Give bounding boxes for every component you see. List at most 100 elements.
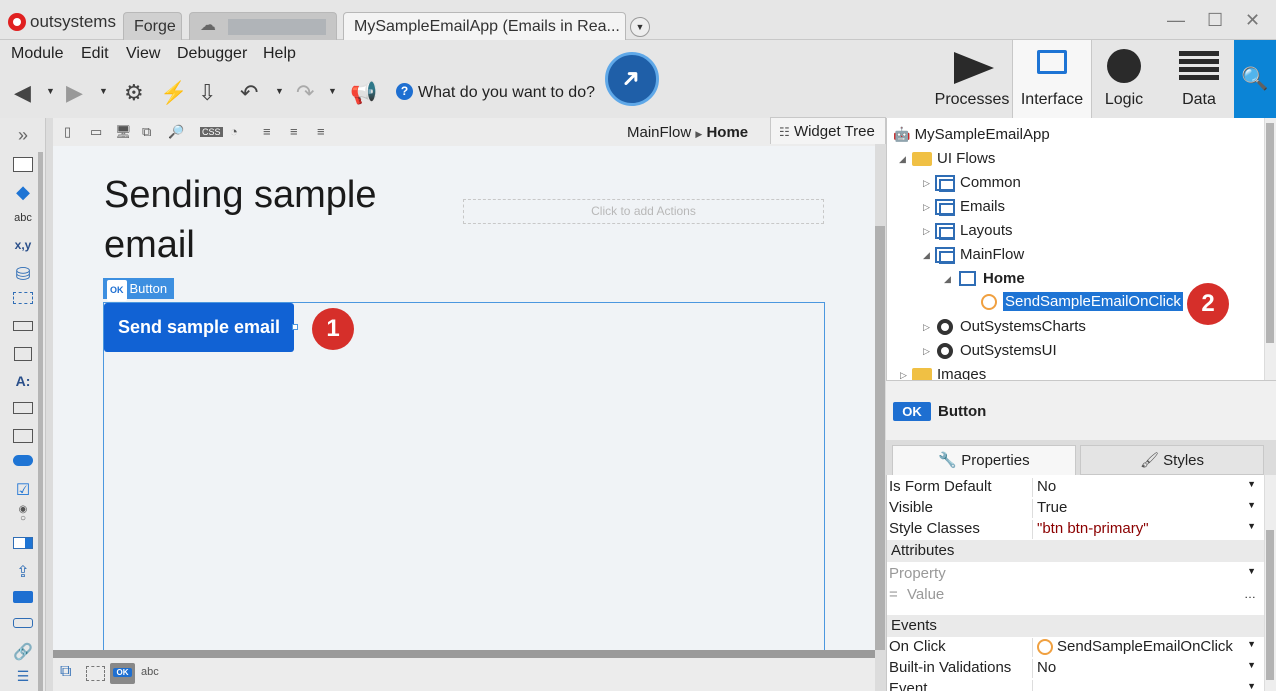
tree-node-screen-home[interactable]: Home <box>959 270 1159 290</box>
dropdown-arrow-icon[interactable]: ▼ <box>1247 500 1256 510</box>
tree-node-action[interactable]: SendSampleEmailOnClick <box>981 292 1183 313</box>
palette-scrollbar[interactable] <box>38 152 43 691</box>
visible-select[interactable]: True <box>1032 499 1260 518</box>
tree-node-app[interactable]: 🤖 MySampleEmailApp <box>893 126 1050 143</box>
link-widget-icon[interactable]: 🔗 <box>11 642 35 662</box>
dropdown-arrow-icon[interactable]: ▼ <box>1247 681 1256 691</box>
theme-icon[interactable]: ◔ <box>230 124 238 139</box>
expand-caret-icon[interactable]: ▷ <box>923 322 930 333</box>
tablet-preview-icon[interactable]: ▭ <box>90 124 102 140</box>
text-area-widget-icon[interactable] <box>11 321 35 331</box>
dropdown-arrow-icon[interactable]: ▼ <box>1247 639 1256 649</box>
container-icon[interactable] <box>86 666 105 681</box>
tab-styles[interactable]: 🖌 Styles <box>1080 445 1264 475</box>
collapse-caret-icon[interactable]: ◢ <box>944 274 951 285</box>
tab-interface[interactable]: Interface <box>1012 40 1092 118</box>
undo-dropdown-icon[interactable]: ▼ <box>275 86 284 96</box>
expand-caret-icon[interactable]: ▷ <box>923 178 930 189</box>
dropdown-arrow-icon[interactable]: ▼ <box>1247 660 1256 670</box>
dropdown-widget-icon[interactable] <box>11 537 35 549</box>
dropdown-arrow-icon[interactable]: ▼ <box>1247 521 1256 531</box>
input-field-icon[interactable] <box>11 402 35 414</box>
button-group-widget-icon[interactable] <box>11 618 35 628</box>
tab-data[interactable]: Data <box>1159 40 1239 118</box>
close-button[interactable]: ✕ <box>1245 10 1260 31</box>
canvas-scroll-thumb[interactable] <box>875 226 885 650</box>
tree-node-ui-flows[interactable]: UI Flows <box>912 150 1112 170</box>
back-icon[interactable]: ◀ <box>14 80 31 106</box>
tabs-dropdown-icon[interactable]: ▼ <box>630 17 650 37</box>
send-sample-email-button[interactable]: Send sample email <box>104 303 294 352</box>
preview-search-icon[interactable]: 🔎 <box>168 124 184 140</box>
expand-caret-icon[interactable]: ▷ <box>923 202 930 213</box>
tree-node-flow-mainflow[interactable]: MainFlow <box>935 246 1135 266</box>
expand-caret-icon[interactable]: ▷ <box>923 346 930 357</box>
form-widget-icon[interactable] <box>11 347 35 361</box>
built-in-validations-select[interactable]: No <box>1032 659 1260 678</box>
page-title[interactable]: Sending sample email <box>104 170 434 270</box>
tree-scroll-thumb[interactable] <box>1266 123 1274 343</box>
style-classes-field[interactable]: "btn btn-primary" <box>1032 520 1260 539</box>
label-widget-icon[interactable]: A: <box>11 373 35 389</box>
button-widget-icon[interactable] <box>11 591 35 603</box>
menu-module[interactable]: Module <box>11 45 63 63</box>
minimize-button[interactable]: — <box>1167 10 1185 31</box>
tab-environment[interactable]: ☁ <box>189 12 337 40</box>
tab-processes[interactable]: Processes <box>932 40 1012 118</box>
publish-button[interactable] <box>605 52 659 106</box>
input-widget-icon[interactable] <box>11 292 35 304</box>
block-widget-icon[interactable]: ◆ <box>11 182 35 203</box>
forward-icon[interactable]: ▶ <box>66 80 83 106</box>
tab-properties[interactable]: 🔧 Properties <box>892 445 1076 475</box>
redo-icon[interactable]: ↷ <box>296 80 314 106</box>
ellipsis-button[interactable]: … <box>1244 587 1256 601</box>
container-widget-icon[interactable] <box>11 157 35 172</box>
forward-dropdown-icon[interactable]: ▼ <box>99 86 108 96</box>
dropdown-arrow-icon[interactable]: ▼ <box>1247 566 1256 576</box>
collapse-caret-icon[interactable]: ◢ <box>899 154 906 165</box>
is-form-default-select[interactable]: No <box>1032 478 1260 497</box>
phone-preview-icon[interactable]: ▯ <box>64 124 71 140</box>
properties-scrollbar[interactable] <box>1265 475 1276 691</box>
block-icon[interactable]: ⧉ <box>60 663 71 681</box>
breadcrumb-flow[interactable]: MainFlow <box>627 124 691 141</box>
megaphone-icon[interactable]: 📢 <box>350 80 377 106</box>
tree-node-module-charts[interactable]: OutSystemsCharts <box>935 318 1135 338</box>
list-widget-icon[interactable]: ⛁ <box>11 264 35 285</box>
properties-scroll-thumb[interactable] <box>1266 530 1274 680</box>
breadcrumb-screen[interactable]: Home <box>706 124 748 141</box>
text-widget-icon[interactable]: abc <box>11 212 35 224</box>
tree-node-flow-layouts[interactable]: Layouts <box>935 222 1135 242</box>
css-icon[interactable]: CSS <box>200 127 223 137</box>
back-dropdown-icon[interactable]: ▼ <box>46 86 55 96</box>
checkbox-widget-icon[interactable]: ☑ <box>11 480 35 500</box>
list-item-widget-icon[interactable]: ☰ <box>11 668 35 685</box>
widget-tree-tab[interactable]: ☷ Widget Tree <box>770 117 886 144</box>
tab-forge[interactable]: Forge <box>123 12 182 40</box>
radio-widget-icon[interactable]: ◉ ○ <box>11 505 35 524</box>
tree-node-module-ui[interactable]: OutSystemsUI <box>935 342 1135 362</box>
menu-edit[interactable]: Edit <box>81 45 109 63</box>
expression-widget-icon[interactable]: x,y <box>11 238 35 252</box>
attribute-property-input[interactable]: Property <box>889 565 946 582</box>
canvas-horizontal-scrollbar[interactable] <box>53 650 875 658</box>
on-click-select[interactable]: SendSampleEmailOnClick <box>1032 638 1260 657</box>
maximize-button[interactable]: ☐ <box>1207 10 1223 31</box>
menu-view[interactable]: View <box>126 45 160 63</box>
align-center-icon[interactable]: ≡ <box>290 124 298 139</box>
attribute-value-input[interactable]: Value <box>907 586 944 603</box>
actions-placeholder[interactable]: Click to add Actions <box>463 199 824 224</box>
desktop-preview-icon[interactable]: 🖥 <box>115 124 132 140</box>
dropdown-arrow-icon[interactable]: ▼ <box>1247 479 1256 489</box>
align-left-icon[interactable]: ≡ <box>263 124 271 139</box>
tree-node-flow-emails[interactable]: Emails <box>935 198 1135 218</box>
tab-app[interactable]: MySampleEmailApp (Emails in Rea... <box>343 12 626 40</box>
gear-icon[interactable]: ⚙ <box>124 80 144 106</box>
canvas-vertical-scrollbar[interactable] <box>875 118 885 650</box>
menu-help[interactable]: Help <box>263 45 296 63</box>
plugin-icon[interactable]: ⚡ <box>160 80 187 106</box>
what-do-you-want-to-do[interactable]: What do you want to do? <box>418 84 595 102</box>
resize-handle[interactable] <box>292 324 298 330</box>
collapse-caret-icon[interactable]: ◢ <box>923 250 930 261</box>
text-icon[interactable]: abc <box>141 666 159 678</box>
